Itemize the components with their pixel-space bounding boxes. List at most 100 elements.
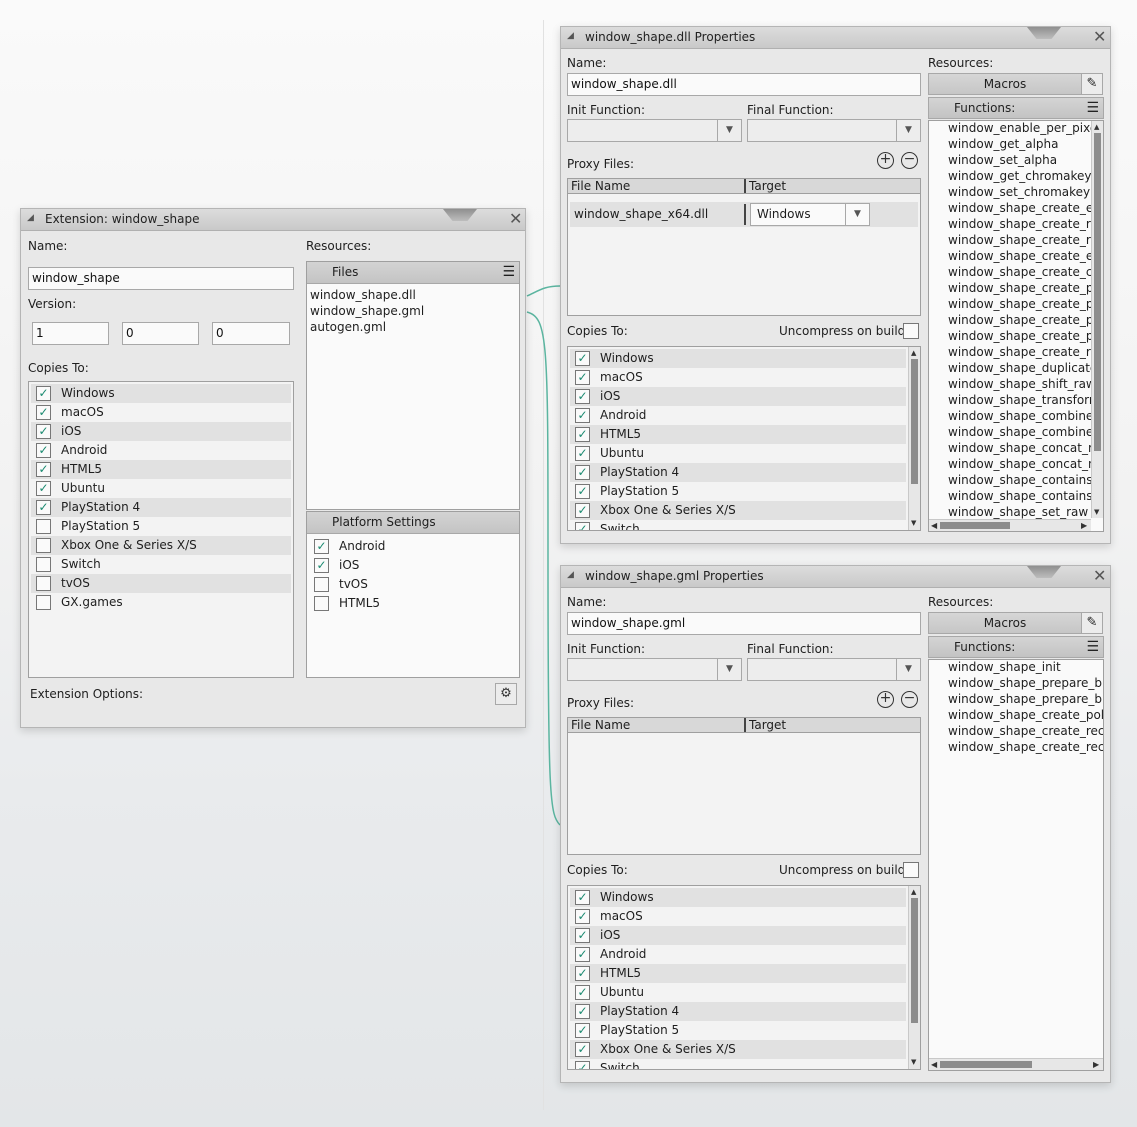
- checkbox[interactable]: ✓: [575, 947, 590, 962]
- list-item[interactable]: window_shape.dll: [310, 288, 416, 302]
- list-item[interactable]: window_shape_concat_nc: [948, 457, 1102, 471]
- scroll-thumb[interactable]: [911, 898, 918, 1023]
- list-item[interactable]: window_shape_set_raw: [948, 505, 1088, 519]
- checkbox[interactable]: ✓: [575, 351, 590, 366]
- checkbox[interactable]: ✓: [314, 558, 329, 573]
- functions-hscrollbar[interactable]: ◀ ▶: [929, 1058, 1103, 1070]
- hamburger-menu-icon[interactable]: ☰: [1086, 640, 1099, 654]
- checkbox[interactable]: ✓: [575, 408, 590, 423]
- checkbox[interactable]: ✓: [575, 928, 590, 943]
- collapse-triangle-icon[interactable]: ◢: [567, 31, 574, 41]
- list-item[interactable]: window_shape_contains_r: [948, 489, 1103, 503]
- list-item[interactable]: window_shape_combine_r: [948, 425, 1103, 439]
- list-item[interactable]: window_shape_duplicate_: [948, 361, 1103, 375]
- list-item[interactable]: ✓ iOS: [570, 926, 906, 945]
- list-item[interactable]: window_shape_combine_r: [948, 409, 1103, 423]
- minus-circle-icon[interactable]: −: [901, 152, 918, 169]
- gml-titlebar[interactable]: ◢ window_shape.gml Properties ✕: [561, 566, 1110, 588]
- macros-button[interactable]: Macros: [928, 73, 1082, 95]
- checkbox[interactable]: ✓: [575, 446, 590, 461]
- collapse-triangle-icon[interactable]: ◢: [27, 213, 34, 223]
- list-item[interactable]: PlayStation 5: [31, 517, 291, 536]
- list-item[interactable]: ✓ Switch: [570, 1059, 906, 1069]
- list-item[interactable]: window_shape.gml: [310, 304, 424, 318]
- list-item[interactable]: ✓ Xbox One & Series X/S: [570, 501, 906, 520]
- list-item[interactable]: window_enable_per_pixel: [948, 121, 1101, 135]
- list-item[interactable]: ✓ PlayStation 5: [570, 1021, 906, 1040]
- checkbox[interactable]: ✓: [36, 443, 51, 458]
- checkbox[interactable]: [36, 557, 51, 572]
- checkbox[interactable]: ✓: [575, 890, 590, 905]
- checkbox[interactable]: ✓: [36, 462, 51, 477]
- pencil-icon[interactable]: ✎: [1081, 612, 1103, 634]
- list-item[interactable]: ✓ PlayStation 5: [570, 482, 906, 501]
- pencil-icon[interactable]: ✎: [1081, 73, 1103, 95]
- collapse-triangle-icon[interactable]: ◢: [567, 570, 574, 580]
- checkbox[interactable]: ✓: [575, 1023, 590, 1038]
- list-item[interactable]: window_shape_prepare_buf: [948, 676, 1103, 690]
- init-function-dropdown[interactable]: ▼: [567, 119, 742, 142]
- list-item[interactable]: ✓ Windows: [570, 349, 906, 368]
- scroll-thumb[interactable]: [911, 359, 918, 484]
- functions-hscrollbar[interactable]: ◀ ▶: [929, 519, 1091, 531]
- list-item[interactable]: ✓ macOS: [570, 907, 906, 926]
- checkbox[interactable]: ✓: [36, 500, 51, 515]
- hamburger-menu-icon[interactable]: ☰: [1086, 101, 1099, 115]
- checkbox[interactable]: ✓: [575, 370, 590, 385]
- list-item[interactable]: ✓ Android: [570, 945, 906, 964]
- col-separator[interactable]: [744, 179, 746, 193]
- checkbox[interactable]: [36, 576, 51, 591]
- checkbox[interactable]: [314, 596, 329, 611]
- checkbox[interactable]: ✓: [575, 909, 590, 924]
- list-item[interactable]: ✓ Android: [309, 537, 517, 556]
- uncompress-checkbox[interactable]: [903, 862, 919, 878]
- checkbox[interactable]: [36, 595, 51, 610]
- list-item[interactable]: tvOS: [309, 575, 517, 594]
- list-item[interactable]: ✓ Android: [31, 441, 291, 460]
- list-item[interactable]: window_set_chromakey: [948, 185, 1090, 199]
- list-item[interactable]: ✓ macOS: [570, 368, 906, 387]
- list-item[interactable]: HTML5: [309, 594, 517, 613]
- scroll-thumb[interactable]: [1094, 133, 1101, 451]
- list-item[interactable]: ✓ Switch: [570, 520, 906, 530]
- list-item[interactable]: window_shape_create_recta: [948, 740, 1103, 754]
- scroll-right-icon[interactable]: ▶: [1093, 1060, 1099, 1069]
- list-item[interactable]: window_get_chromakey: [948, 169, 1092, 183]
- list-item[interactable]: window_shape_create_recta: [948, 724, 1103, 738]
- list-item[interactable]: window_shape_init: [948, 660, 1061, 674]
- scroll-down-icon[interactable]: ▼: [911, 1058, 916, 1066]
- checkbox[interactable]: ✓: [575, 1042, 590, 1057]
- scroll-up-icon[interactable]: ▲: [1094, 123, 1099, 131]
- uncompress-checkbox[interactable]: [903, 323, 919, 339]
- checkbox[interactable]: ✓: [36, 424, 51, 439]
- list-item[interactable]: window_shape_create_em: [948, 201, 1103, 215]
- list-item[interactable]: window_get_alpha: [948, 137, 1059, 151]
- checkbox[interactable]: ✓: [575, 503, 590, 518]
- version-major-field[interactable]: 1: [32, 322, 109, 345]
- version-minor-field[interactable]: 0: [122, 322, 199, 345]
- list-item[interactable]: ✓ Xbox One & Series X/S: [570, 1040, 906, 1059]
- list-item[interactable]: window_shape_create_po: [948, 313, 1101, 327]
- checkbox[interactable]: ✓: [575, 985, 590, 1000]
- list-item[interactable]: window_shape_create_polyg: [948, 708, 1103, 722]
- list-item[interactable]: window_shape_shift_raw: [948, 377, 1096, 391]
- list-item[interactable]: window_shape_create_ell: [948, 249, 1100, 263]
- scroll-thumb[interactable]: [940, 1061, 1032, 1068]
- list-item[interactable]: ✓ Windows: [570, 888, 906, 907]
- list-item[interactable]: ✓ iOS: [570, 387, 906, 406]
- proxy-target-dropdown[interactable]: Windows ▼: [750, 203, 870, 226]
- minus-circle-icon[interactable]: −: [901, 691, 918, 708]
- name-field[interactable]: window_shape.gml: [567, 612, 921, 635]
- name-field[interactable]: window_shape.dll: [567, 73, 921, 96]
- final-function-dropdown[interactable]: ▼: [747, 658, 921, 681]
- name-field[interactable]: window_shape: [28, 267, 294, 290]
- close-icon[interactable]: ✕: [509, 211, 522, 227]
- close-icon[interactable]: ✕: [1093, 29, 1106, 45]
- list-item[interactable]: ✓ macOS: [31, 403, 291, 422]
- gear-icon[interactable]: ⚙: [495, 683, 517, 705]
- scroll-left-icon[interactable]: ◀: [931, 521, 937, 530]
- list-item[interactable]: window_shape_create_rec: [948, 345, 1103, 359]
- list-item[interactable]: ✓ PlayStation 4: [570, 463, 906, 482]
- list-item[interactable]: window_set_alpha: [948, 153, 1057, 167]
- list-item[interactable]: ✓ Ubuntu: [570, 444, 906, 463]
